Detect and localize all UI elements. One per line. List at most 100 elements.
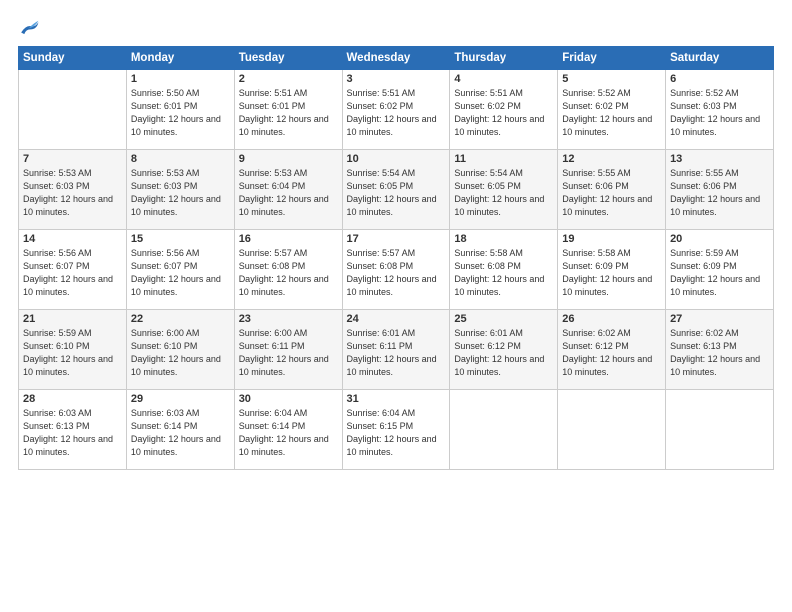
logo (18, 18, 44, 36)
calendar-cell: 28Sunrise: 6:03 AM Sunset: 6:13 PM Dayli… (19, 390, 127, 470)
calendar-cell: 2Sunrise: 5:51 AM Sunset: 6:01 PM Daylig… (234, 70, 342, 150)
day-info: Sunrise: 5:55 AM Sunset: 6:06 PM Dayligh… (562, 167, 661, 219)
calendar-week-row: 1 Sunrise: 5:50 AM Sunset: 6:01 PM Daylig… (19, 70, 774, 150)
day-number: 13 (670, 153, 769, 165)
calendar-cell: 8Sunrise: 5:53 AM Sunset: 6:03 PM Daylig… (126, 150, 234, 230)
day-info: Sunrise: 5:58 AM Sunset: 6:09 PM Dayligh… (562, 247, 661, 299)
calendar-table: SundayMondayTuesdayWednesdayThursdayFrid… (18, 46, 774, 470)
col-header-monday: Monday (126, 47, 234, 70)
logo-icon (18, 18, 40, 36)
col-header-saturday: Saturday (666, 47, 774, 70)
day-info: Sunrise: 6:01 AM Sunset: 6:11 PM Dayligh… (347, 327, 446, 379)
col-header-sunday: Sunday (19, 47, 127, 70)
day-number: 19 (562, 233, 661, 245)
day-info: Sunrise: 5:54 AM Sunset: 6:05 PM Dayligh… (454, 167, 553, 219)
day-info: Sunrise: 5:57 AM Sunset: 6:08 PM Dayligh… (347, 247, 446, 299)
day-info: Sunrise: 6:00 AM Sunset: 6:10 PM Dayligh… (131, 327, 230, 379)
day-info: Sunrise: 5:53 AM Sunset: 6:03 PM Dayligh… (23, 167, 122, 219)
page: SundayMondayTuesdayWednesdayThursdayFrid… (0, 0, 792, 612)
day-info: Sunrise: 5:59 AM Sunset: 6:09 PM Dayligh… (670, 247, 769, 299)
day-number: 21 (23, 313, 122, 325)
day-number: 6 (670, 73, 769, 85)
day-info: Sunrise: 6:04 AM Sunset: 6:14 PM Dayligh… (239, 407, 338, 459)
header (18, 18, 774, 36)
calendar-cell (450, 390, 558, 470)
day-info: Sunrise: 5:51 AM Sunset: 6:02 PM Dayligh… (347, 87, 446, 139)
calendar-cell: 12 Sunrise: 5:55 AM Sunset: 6:06 PM Dayli… (558, 150, 666, 230)
day-number: 9 (239, 153, 338, 165)
day-info: Sunrise: 5:56 AM Sunset: 6:07 PM Dayligh… (131, 247, 230, 299)
calendar-cell: 15 Sunrise: 5:56 AM Sunset: 6:07 PM Dayli… (126, 230, 234, 310)
day-info: Sunrise: 6:00 AM Sunset: 6:11 PM Dayligh… (239, 327, 338, 379)
day-info: Sunrise: 5:53 AM Sunset: 6:03 PM Dayligh… (131, 167, 230, 219)
calendar-cell: 4 Sunrise: 5:51 AM Sunset: 6:02 PM Daylig… (450, 70, 558, 150)
day-info: Sunrise: 6:02 AM Sunset: 6:13 PM Dayligh… (670, 327, 769, 379)
day-number: 30 (239, 393, 338, 405)
calendar-cell: 9 Sunrise: 5:53 AM Sunset: 6:04 PM Daylig… (234, 150, 342, 230)
calendar-cell: 7 Sunrise: 5:53 AM Sunset: 6:03 PM Daylig… (19, 150, 127, 230)
calendar-cell: 18 Sunrise: 5:58 AM Sunset: 6:08 PM Dayli… (450, 230, 558, 310)
day-number: 20 (670, 233, 769, 245)
day-info: Sunrise: 5:56 AM Sunset: 6:07 PM Dayligh… (23, 247, 122, 299)
calendar-cell (666, 390, 774, 470)
day-number: 28 (23, 393, 122, 405)
calendar-cell: 5 Sunrise: 5:52 AM Sunset: 6:02 PM Daylig… (558, 70, 666, 150)
calendar-week-row: 7 Sunrise: 5:53 AM Sunset: 6:03 PM Daylig… (19, 150, 774, 230)
calendar-cell: 13Sunrise: 5:55 AM Sunset: 6:06 PM Dayli… (666, 150, 774, 230)
calendar-cell: 21 Sunrise: 5:59 AM Sunset: 6:10 PM Dayli… (19, 310, 127, 390)
day-info: Sunrise: 5:59 AM Sunset: 6:10 PM Dayligh… (23, 327, 122, 379)
day-info: Sunrise: 5:58 AM Sunset: 6:08 PM Dayligh… (454, 247, 553, 299)
calendar-cell: 31Sunrise: 6:04 AM Sunset: 6:15 PM Dayli… (342, 390, 450, 470)
day-number: 4 (454, 73, 553, 85)
calendar-cell: 1 Sunrise: 5:50 AM Sunset: 6:01 PM Daylig… (126, 70, 234, 150)
day-number: 18 (454, 233, 553, 245)
calendar-cell: 27 Sunrise: 6:02 AM Sunset: 6:13 PM Dayli… (666, 310, 774, 390)
day-info: Sunrise: 6:01 AM Sunset: 6:12 PM Dayligh… (454, 327, 553, 379)
day-number: 29 (131, 393, 230, 405)
calendar-week-row: 14 Sunrise: 5:56 AM Sunset: 6:07 PM Dayli… (19, 230, 774, 310)
calendar-cell: 11Sunrise: 5:54 AM Sunset: 6:05 PM Dayli… (450, 150, 558, 230)
calendar-cell: 22 Sunrise: 6:00 AM Sunset: 6:10 PM Dayli… (126, 310, 234, 390)
calendar-cell: 19 Sunrise: 5:58 AM Sunset: 6:09 PM Dayli… (558, 230, 666, 310)
calendar-cell: 20 Sunrise: 5:59 AM Sunset: 6:09 PM Dayli… (666, 230, 774, 310)
calendar-cell: 25 Sunrise: 6:01 AM Sunset: 6:12 PM Dayli… (450, 310, 558, 390)
day-number: 31 (347, 393, 446, 405)
day-number: 10 (347, 153, 446, 165)
day-number: 25 (454, 313, 553, 325)
day-number: 14 (23, 233, 122, 245)
calendar-cell: 14 Sunrise: 5:56 AM Sunset: 6:07 PM Dayli… (19, 230, 127, 310)
calendar-cell (19, 70, 127, 150)
day-info: Sunrise: 5:52 AM Sunset: 6:02 PM Dayligh… (562, 87, 661, 139)
day-number: 27 (670, 313, 769, 325)
day-info: Sunrise: 5:54 AM Sunset: 6:05 PM Dayligh… (347, 167, 446, 219)
calendar-week-row: 28Sunrise: 6:03 AM Sunset: 6:13 PM Dayli… (19, 390, 774, 470)
day-number: 1 (131, 73, 230, 85)
day-number: 22 (131, 313, 230, 325)
day-number: 7 (23, 153, 122, 165)
calendar-cell: 17 Sunrise: 5:57 AM Sunset: 6:08 PM Dayli… (342, 230, 450, 310)
day-number: 5 (562, 73, 661, 85)
day-info: Sunrise: 5:52 AM Sunset: 6:03 PM Dayligh… (670, 87, 769, 139)
col-header-friday: Friday (558, 47, 666, 70)
calendar-cell: 10 Sunrise: 5:54 AM Sunset: 6:05 PM Dayli… (342, 150, 450, 230)
day-number: 24 (347, 313, 446, 325)
day-number: 15 (131, 233, 230, 245)
day-info: Sunrise: 6:03 AM Sunset: 6:14 PM Dayligh… (131, 407, 230, 459)
day-number: 12 (562, 153, 661, 165)
day-number: 23 (239, 313, 338, 325)
calendar-cell: 26Sunrise: 6:02 AM Sunset: 6:12 PM Dayli… (558, 310, 666, 390)
calendar-cell: 29 Sunrise: 6:03 AM Sunset: 6:14 PM Dayli… (126, 390, 234, 470)
calendar-cell: 23 Sunrise: 6:00 AM Sunset: 6:11 PM Dayli… (234, 310, 342, 390)
calendar-cell: 3Sunrise: 5:51 AM Sunset: 6:02 PM Daylig… (342, 70, 450, 150)
day-info: Sunrise: 5:50 AM Sunset: 6:01 PM Dayligh… (131, 87, 230, 139)
calendar-cell: 6 Sunrise: 5:52 AM Sunset: 6:03 PM Daylig… (666, 70, 774, 150)
day-info: Sunrise: 5:57 AM Sunset: 6:08 PM Dayligh… (239, 247, 338, 299)
day-number: 16 (239, 233, 338, 245)
day-info: Sunrise: 5:51 AM Sunset: 6:02 PM Dayligh… (454, 87, 553, 139)
calendar-week-row: 21 Sunrise: 5:59 AM Sunset: 6:10 PM Dayli… (19, 310, 774, 390)
col-header-tuesday: Tuesday (234, 47, 342, 70)
day-number: 17 (347, 233, 446, 245)
col-header-thursday: Thursday (450, 47, 558, 70)
day-info: Sunrise: 5:53 AM Sunset: 6:04 PM Dayligh… (239, 167, 338, 219)
day-info: Sunrise: 5:51 AM Sunset: 6:01 PM Dayligh… (239, 87, 338, 139)
